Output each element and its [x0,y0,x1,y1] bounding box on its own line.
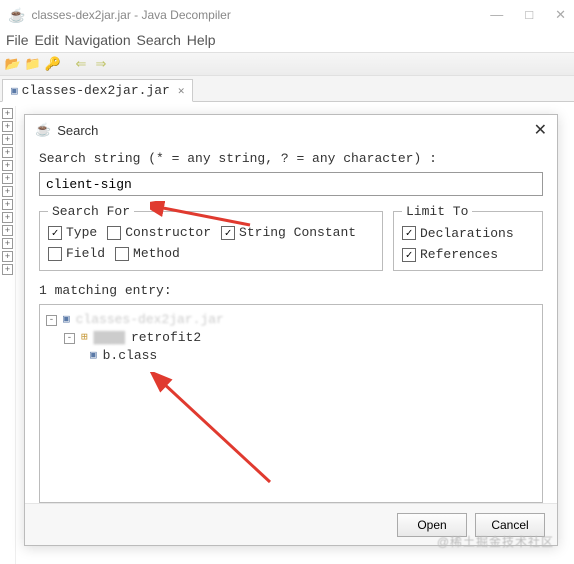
menubar: File Edit Navigation Search Help [0,30,574,52]
string-constant-checkbox[interactable]: ✓String Constant [221,225,356,240]
type-checkbox[interactable]: ✓Type [48,225,97,240]
tree-expand-icon[interactable]: + [2,251,13,262]
tree-expand-icon[interactable]: + [2,264,13,275]
search-for-legend: Search For [48,204,134,219]
tree-expand-icon[interactable]: + [2,160,13,171]
tree-collapse-icon[interactable]: - [46,315,57,326]
dialog-titlebar: ☕ Search ✕ [25,115,557,145]
search-prompt: Search string (* = any string, ? = any c… [39,151,543,166]
search-dialog: ☕ Search ✕ Search string (* = any string… [24,114,558,546]
tree-expand-icon[interactable]: + [2,121,13,132]
tree-collapse-icon[interactable]: - [64,333,75,344]
watermark: @稀土掘金技术社区 [437,533,554,550]
open-icon[interactable]: 📂 [4,55,22,73]
maximize-button[interactable]: □ [525,7,533,23]
match-count-label: 1 matching entry: [39,283,543,298]
package-icon: ⊞ [81,329,88,347]
result-package-label: retrofit2 [131,329,201,347]
tree-expand-icon[interactable]: + [2,173,13,184]
dialog-body: Search string (* = any string, ? = any c… [25,145,557,503]
limit-to-group: Limit To ✓Declarations ✓References [393,204,543,271]
result-class-label: b.class [103,347,158,365]
field-checkbox[interactable]: Field [48,246,105,261]
forward-icon[interactable]: ⇒ [92,55,110,73]
package-tree-gutter: + + + + + + + + + + + + + [0,106,16,564]
search-input[interactable] [39,172,543,196]
menu-edit[interactable]: Edit [34,32,58,48]
tab-classes-dex2jar[interactable]: ▣ classes-dex2jar.jar ✕ [2,79,193,102]
method-checkbox[interactable]: Method [115,246,180,261]
tree-row[interactable]: - ⊞ ▇▇▇▇ retrofit2 [46,329,536,347]
search-for-group: Search For ✓Type Constructor ✓String Con… [39,204,383,271]
menu-search[interactable]: Search [137,32,181,48]
save-icon[interactable]: 📁 [24,55,42,73]
jar-icon: ▣ [63,311,70,329]
declarations-checkbox[interactable]: ✓Declarations [402,226,514,241]
menu-navigation[interactable]: Navigation [64,32,130,48]
tree-expand-icon[interactable]: + [2,108,13,119]
result-root-label: classes-dex2jar.jar [76,311,224,329]
window-buttons: — □ ✕ [490,7,566,23]
minimize-button[interactable]: — [490,7,503,23]
class-icon: ▣ [90,347,97,365]
toolbar: 📂 📁 🔑 ⇐ ⇒ [0,52,574,76]
menu-file[interactable]: File [6,32,29,48]
tree-row[interactable]: - ▣ classes-dex2jar.jar [46,311,536,329]
limit-to-legend: Limit To [402,204,472,219]
tree-expand-icon[interactable]: + [2,238,13,249]
tree-expand-icon[interactable]: + [2,199,13,210]
app-icon: ☕ [8,7,25,24]
tree-expand-icon[interactable]: + [2,186,13,197]
tree-expand-icon[interactable]: + [2,225,13,236]
key-icon[interactable]: 🔑 [44,55,62,73]
dialog-close-icon[interactable]: ✕ [534,120,547,140]
close-button[interactable]: ✕ [555,7,566,23]
tabbar: ▣ classes-dex2jar.jar ✕ [0,76,574,102]
constructor-checkbox[interactable]: Constructor [107,225,211,240]
window-title: classes-dex2jar.jar - Java Decompiler [31,8,230,22]
tree-expand-icon[interactable]: + [2,134,13,145]
references-checkbox[interactable]: ✓References [402,247,498,262]
back-icon[interactable]: ⇐ [72,55,90,73]
titlebar: ☕ classes-dex2jar.jar - Java Decompiler … [0,0,574,30]
dialog-icon: ☕ [35,122,51,138]
tab-label: classes-dex2jar.jar [22,83,170,98]
results-tree[interactable]: - ▣ classes-dex2jar.jar - ⊞ ▇▇▇▇ retrofi… [39,304,543,503]
tree-expand-icon[interactable]: + [2,147,13,158]
tree-row[interactable]: ▣ b.class [46,347,536,365]
tab-close-icon[interactable]: ✕ [178,84,185,98]
menu-help[interactable]: Help [187,32,216,48]
jar-icon: ▣ [11,84,18,98]
dialog-title: Search [57,123,98,138]
tree-expand-icon[interactable]: + [2,212,13,223]
